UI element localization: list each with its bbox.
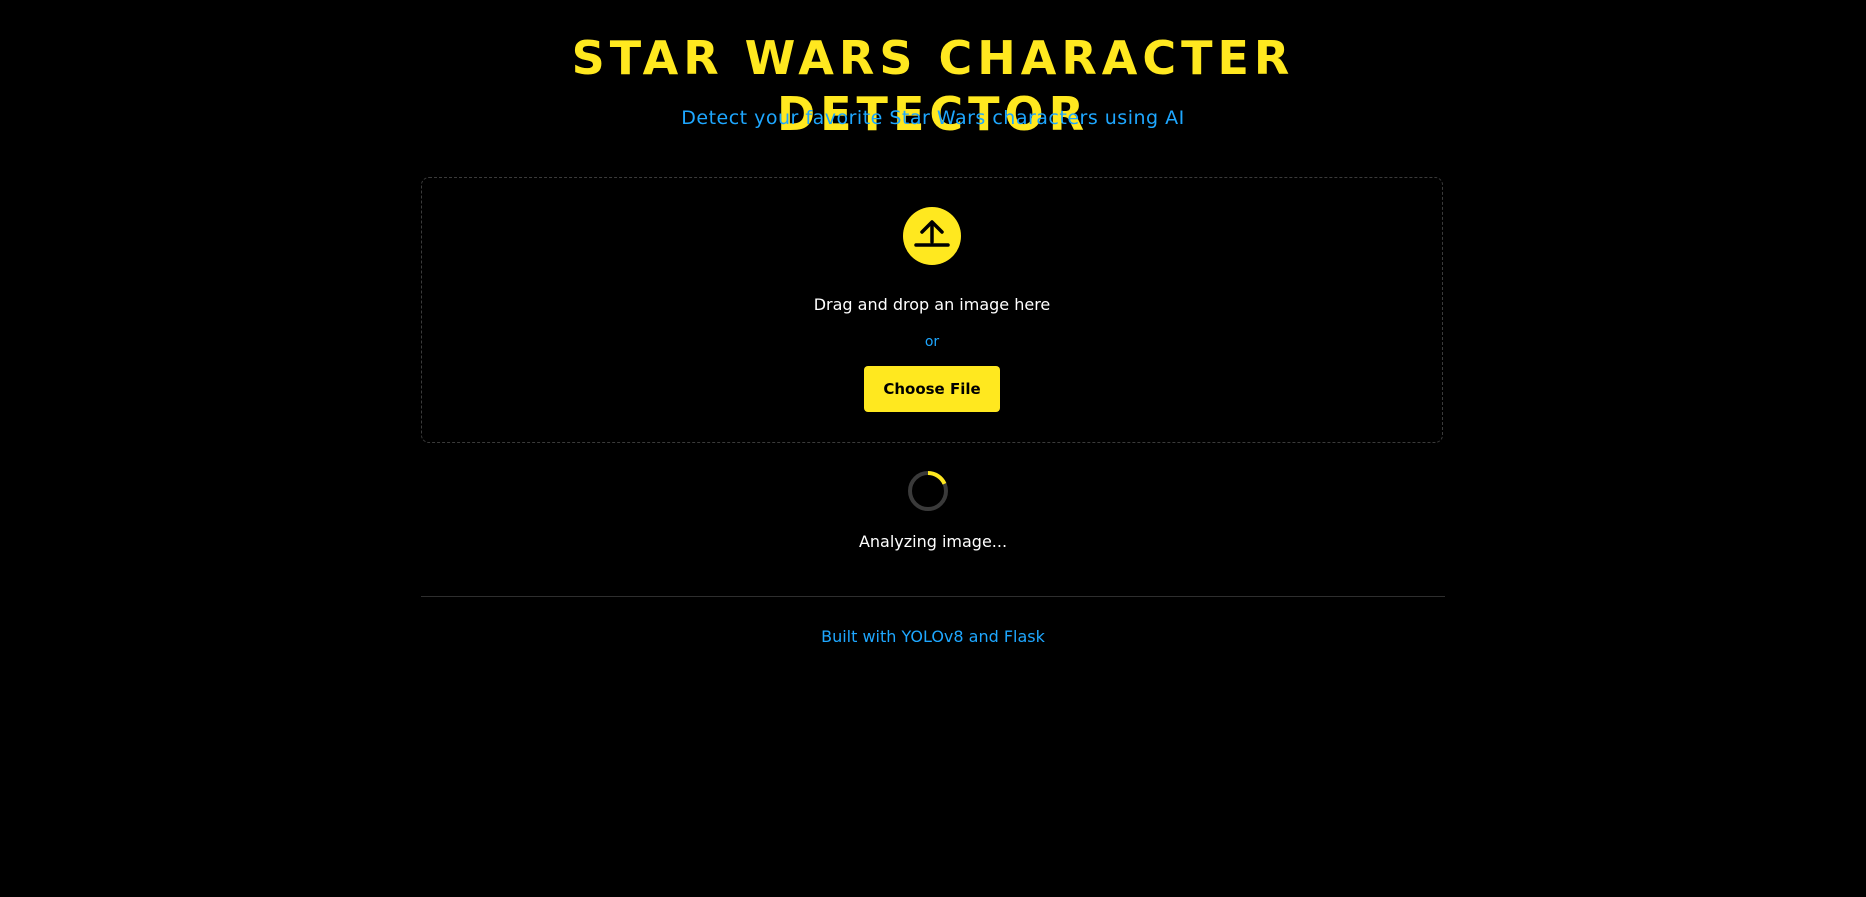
page-subtitle: Detect your favorite Star Wars character… bbox=[681, 107, 1185, 129]
main-container: STAR WARS CHARACTER DETECTOR Detect your… bbox=[421, 0, 1445, 897]
or-separator: or bbox=[924, 334, 940, 350]
upload-icon bbox=[903, 207, 961, 265]
choose-file-button[interactable]: Choose File bbox=[864, 366, 1000, 412]
analyzing-status: Analyzing image... bbox=[858, 532, 1008, 551]
drop-instructions: Drag and drop an image here bbox=[813, 295, 1051, 314]
footer-divider bbox=[421, 596, 1445, 597]
loading-spinner-icon bbox=[908, 471, 948, 511]
image-dropzone[interactable]: Drag and drop an image here or Choose Fi… bbox=[421, 177, 1443, 443]
footer-credits: Built with YOLOv8 and Flask bbox=[821, 627, 1045, 646]
